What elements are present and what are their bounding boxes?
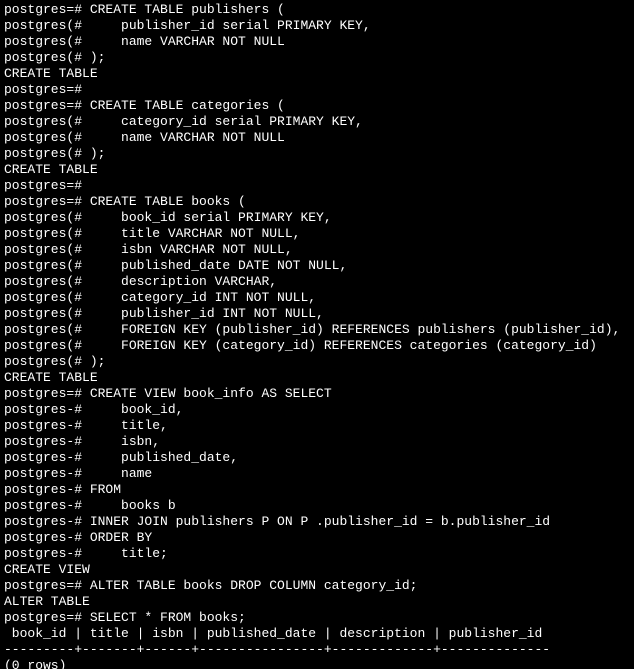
terminal-line: postgres(# published_date DATE NOT NULL,: [4, 258, 630, 274]
terminal-line: postgres(# FOREIGN KEY (publisher_id) RE…: [4, 322, 630, 338]
terminal-line: postgres(# category_id serial PRIMARY KE…: [4, 114, 630, 130]
terminal-line: ---------+-------+------+---------------…: [4, 642, 630, 658]
terminal-line: CREATE TABLE: [4, 370, 630, 386]
terminal-line: postgres-# INNER JOIN publishers P ON P …: [4, 514, 630, 530]
terminal-line: postgres(# title VARCHAR NOT NULL,: [4, 226, 630, 242]
terminal-line: postgres=# CREATE TABLE categories (: [4, 98, 630, 114]
terminal-line: postgres(# );: [4, 50, 630, 66]
terminal-output[interactable]: postgres=# CREATE TABLE publishers (post…: [0, 0, 634, 669]
terminal-line: postgres-# isbn,: [4, 434, 630, 450]
terminal-line: (0 rows): [4, 658, 630, 669]
terminal-line: postgres(# publisher_id INT NOT NULL,: [4, 306, 630, 322]
terminal-line: postgres-# book_id,: [4, 402, 630, 418]
terminal-line: postgres=# SELECT * FROM books;: [4, 610, 630, 626]
terminal-line: postgres(# );: [4, 146, 630, 162]
terminal-line: CREATE TABLE: [4, 66, 630, 82]
terminal-line: postgres=# CREATE TABLE books (: [4, 194, 630, 210]
terminal-line: postgres-# title;: [4, 546, 630, 562]
terminal-line: postgres=#: [4, 82, 630, 98]
terminal-line: postgres=# CREATE TABLE publishers (: [4, 2, 630, 18]
terminal-line: CREATE VIEW: [4, 562, 630, 578]
terminal-line: postgres-# books b: [4, 498, 630, 514]
terminal-line: postgres=# ALTER TABLE books DROP COLUMN…: [4, 578, 630, 594]
terminal-line: ALTER TABLE: [4, 594, 630, 610]
terminal-line: postgres(# publisher_id serial PRIMARY K…: [4, 18, 630, 34]
terminal-line: postgres(# FOREIGN KEY (category_id) REF…: [4, 338, 630, 354]
terminal-line: book_id | title | isbn | published_date …: [4, 626, 630, 642]
terminal-line: postgres=#: [4, 178, 630, 194]
terminal-line: postgres(# name VARCHAR NOT NULL: [4, 34, 630, 50]
terminal-line: postgres(# category_id INT NOT NULL,: [4, 290, 630, 306]
terminal-line: postgres-# title,: [4, 418, 630, 434]
terminal-line: postgres(# book_id serial PRIMARY KEY,: [4, 210, 630, 226]
terminal-line: postgres(# );: [4, 354, 630, 370]
terminal-line: postgres(# isbn VARCHAR NOT NULL,: [4, 242, 630, 258]
terminal-line: postgres(# description VARCHAR,: [4, 274, 630, 290]
terminal-line: CREATE TABLE: [4, 162, 630, 178]
terminal-line: postgres-# name: [4, 466, 630, 482]
terminal-line: postgres=# CREATE VIEW book_info AS SELE…: [4, 386, 630, 402]
terminal-line: postgres(# name VARCHAR NOT NULL: [4, 130, 630, 146]
terminal-line: postgres-# FROM: [4, 482, 630, 498]
terminal-line: postgres-# ORDER BY: [4, 530, 630, 546]
terminal-line: postgres-# published_date,: [4, 450, 630, 466]
